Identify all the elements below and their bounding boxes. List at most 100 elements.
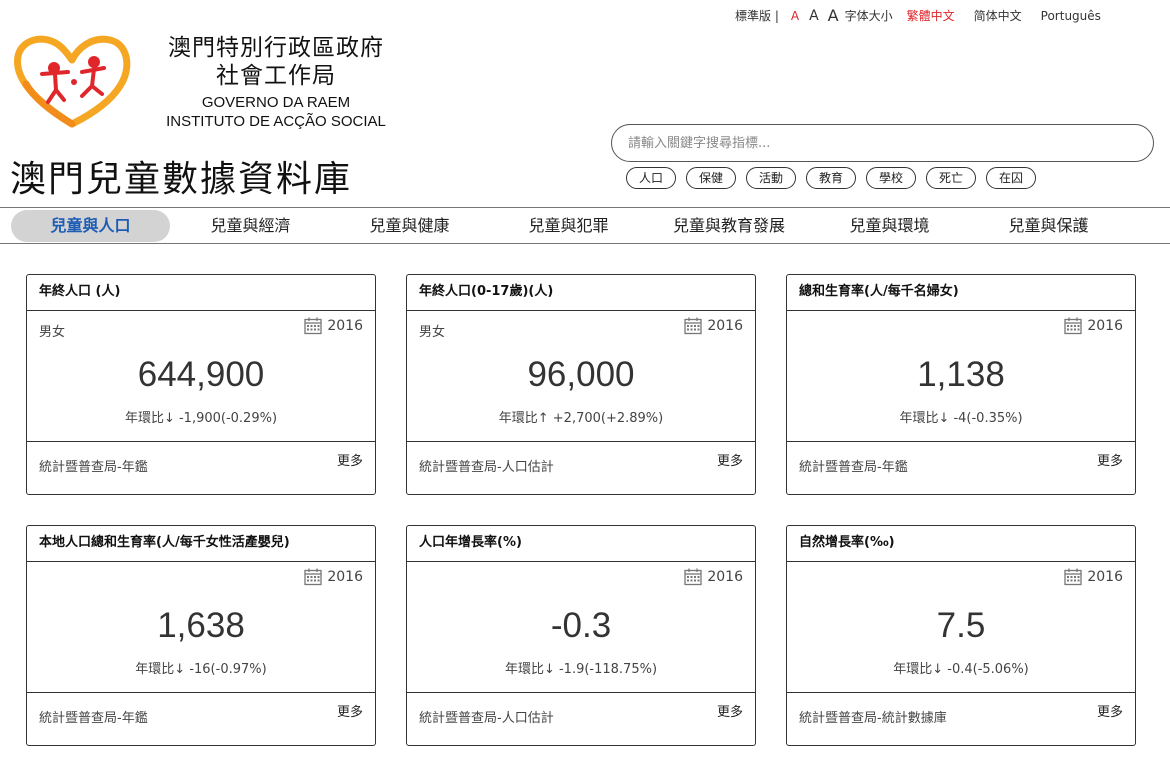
tag-healthcare[interactable]: 保健: [686, 167, 736, 189]
card-footer: 統計暨普查局-人口估計 更多: [407, 693, 755, 745]
card-more-link[interactable]: 更多: [717, 450, 743, 469]
card-year-value: 2016: [1087, 318, 1123, 334]
indicator-card[interactable]: 自然增長率(‰) 2016 7.5 年環比↓ -0.4(-5.06%) 統計暨普…: [786, 525, 1136, 746]
indicator-card[interactable]: 年終人口(0-17歲)(人) 男女 2016 96,000 年環比↑ +2,70…: [406, 274, 756, 495]
card-source: 統計暨普查局-年鑑: [799, 460, 908, 475]
card-title: 自然增長率(‰): [787, 526, 1135, 562]
card-year-value: 2016: [707, 569, 743, 585]
org-name-portuguese: GOVERNO DA RAEM INSTITUTO DE ACÇÃO SOCIA…: [146, 93, 406, 131]
card-more-link[interactable]: 更多: [1097, 701, 1123, 720]
tag-school[interactable]: 學校: [866, 167, 916, 189]
card-year-value: 2016: [327, 569, 363, 585]
nav-item-children-environment[interactable]: 兒童與環境: [811, 210, 968, 242]
card-body: 男女 2016 96,000 年環比↑ +2,700(+2.89%): [407, 311, 755, 442]
org-name-zh-line1: 澳門特別行政區政府: [168, 35, 384, 61]
card-title: 年終人口(0-17歲)(人): [407, 275, 755, 311]
org-name-zh-line2: 社會工作局: [216, 63, 336, 89]
nav-item-children-protection[interactable]: 兒童與保護: [970, 210, 1127, 242]
card-change: 年環比↓ -1,900(-0.29%): [124, 411, 278, 426]
calendar-icon: [304, 317, 323, 335]
nav-item-children-health[interactable]: 兒童與健康: [331, 210, 488, 242]
org-name-pt-line2: INSTITUTO DE ACÇÃO SOCIAL: [166, 113, 386, 130]
card-body: 2016 -0.3 年環比↓ -1.9(-118.75%): [407, 562, 755, 693]
card-footer: 統計暨普查局-統計數據庫 更多: [787, 693, 1135, 745]
card-year: 2016: [304, 317, 363, 335]
nav-item-children-economy[interactable]: 兒童與經濟: [172, 210, 329, 242]
card-body: 2016 7.5 年環比↓ -0.4(-5.06%): [787, 562, 1135, 693]
card-body: 2016 1,138 年環比↓ -4(-0.35%): [787, 311, 1135, 442]
card-year: 2016: [1064, 317, 1123, 335]
card-footer: 統計暨普查局-年鑑 更多: [27, 693, 375, 745]
lang-portuguese-link[interactable]: Português: [1041, 9, 1101, 23]
nav-item-children-population[interactable]: 兒童與人口: [11, 210, 170, 242]
indicator-card[interactable]: 人口年增長率(%) 2016 -0.3 年環比↓ -1.9(-118.75%) …: [406, 525, 756, 746]
font-size-small-button[interactable]: A: [791, 9, 799, 23]
card-more-link[interactable]: 更多: [337, 701, 363, 720]
card-change: 年環比↓ -16(-0.97%): [135, 662, 267, 677]
indicator-card[interactable]: 年終人口 (人) 男女 2016 644,900 年環比↓ -1,900(-0.…: [26, 274, 376, 495]
calendar-icon: [1064, 317, 1083, 335]
card-title: 總和生育率(人/每千名婦女): [787, 275, 1135, 311]
card-more-link[interactable]: 更多: [337, 450, 363, 469]
card-value: 96,000: [527, 355, 635, 394]
card-source: 統計暨普查局-年鑑: [39, 460, 148, 475]
card-change: 年環比↓ -4(-0.35%): [899, 411, 1023, 426]
card-value: -0.3: [550, 606, 612, 645]
font-size-medium-button[interactable]: A: [809, 8, 819, 24]
card-change: 年環比↓ -1.9(-118.75%): [504, 662, 658, 677]
tag-population[interactable]: 人口: [626, 167, 676, 189]
indicator-card[interactable]: 本地人口總和生育率(人/每千女性活產嬰兒) 2016 1,638 年環比↓ -1…: [26, 525, 376, 746]
card-body: 男女 2016 644,900 年環比↓ -1,900(-0.29%): [27, 311, 375, 442]
calendar-icon: [684, 568, 703, 586]
font-size-large-button[interactable]: A: [828, 6, 839, 25]
site-title: 澳門兒童數據資料庫: [10, 159, 353, 200]
org-name-pt-line1: GOVERNO DA RAEM: [201, 94, 351, 111]
indicator-card[interactable]: 總和生育率(人/每千名婦女) 2016 1,138 年環比↓ -4(-0.35%…: [786, 274, 1136, 495]
card-source: 統計暨普查局-人口估計: [419, 460, 554, 475]
calendar-icon: [304, 568, 323, 586]
card-footer: 統計暨普查局-年鑑 更多: [27, 442, 375, 494]
card-year: 2016: [304, 568, 363, 586]
card-source: 統計暨普查局-年鑑: [39, 711, 148, 726]
utility-bar: 標準版 | A A A 字体大小 繁體中文 简体中文 Português: [735, 6, 1120, 25]
lang-simplified-chinese-link[interactable]: 简体中文: [974, 7, 1022, 24]
card-title: 人口年增長率(%): [407, 526, 755, 562]
card-sex-label: 男女: [39, 325, 66, 340]
card-more-link[interactable]: 更多: [717, 701, 743, 720]
org-name-chinese: 澳門特別行政區政府 社會工作局: [146, 34, 406, 90]
card-year-value: 2016: [707, 318, 743, 334]
standard-version-link[interactable]: 標準版 |: [735, 7, 779, 24]
tag-education[interactable]: 教育: [806, 167, 856, 189]
card-source: 統計暨普查局-統計數據庫: [799, 711, 947, 726]
tag-imprisoned[interactable]: 在囚: [986, 167, 1036, 189]
search-tags: 人口 保健 活動 教育 學校 死亡 在囚: [626, 167, 1046, 189]
card-title: 本地人口總和生育率(人/每千女性活產嬰兒): [27, 526, 375, 562]
card-year-value: 2016: [1087, 569, 1123, 585]
card-year: 2016: [684, 568, 743, 586]
tag-activities[interactable]: 活動: [746, 167, 796, 189]
card-footer: 統計暨普查局-人口估計 更多: [407, 442, 755, 494]
tag-death[interactable]: 死亡: [926, 167, 976, 189]
ias-logo[interactable]: [12, 32, 132, 130]
font-size-label: 字体大小: [844, 9, 893, 23]
card-change: 年環比↑ +2,700(+2.89%): [498, 411, 664, 426]
card-sex-label: 男女: [419, 325, 446, 340]
nav-item-children-crime[interactable]: 兒童與犯罪: [490, 210, 647, 242]
calendar-icon: [684, 317, 703, 335]
card-year: 2016: [1064, 568, 1123, 586]
main-nav: 兒童與人口 兒童與經濟 兒童與健康 兒童與犯罪 兒童與教育發展 兒童與環境 兒童…: [0, 207, 1170, 244]
card-more-link[interactable]: 更多: [1097, 450, 1123, 469]
card-value: 7.5: [936, 606, 986, 645]
lang-traditional-chinese-link[interactable]: 繁體中文: [907, 7, 955, 24]
calendar-icon: [1064, 568, 1083, 586]
card-year: 2016: [684, 317, 743, 335]
card-source: 統計暨普查局-人口估計: [419, 711, 554, 726]
nav-item-children-education[interactable]: 兒童與教育發展: [649, 210, 809, 242]
card-value: 1,638: [157, 606, 245, 645]
heart-people-logo-icon: [14, 35, 131, 128]
card-footer: 統計暨普查局-年鑑 更多: [787, 442, 1135, 494]
card-value: 644,900: [137, 355, 265, 394]
card-value: 1,138: [917, 355, 1005, 394]
card-title: 年終人口 (人): [27, 275, 375, 311]
search-input[interactable]: [611, 124, 1154, 162]
